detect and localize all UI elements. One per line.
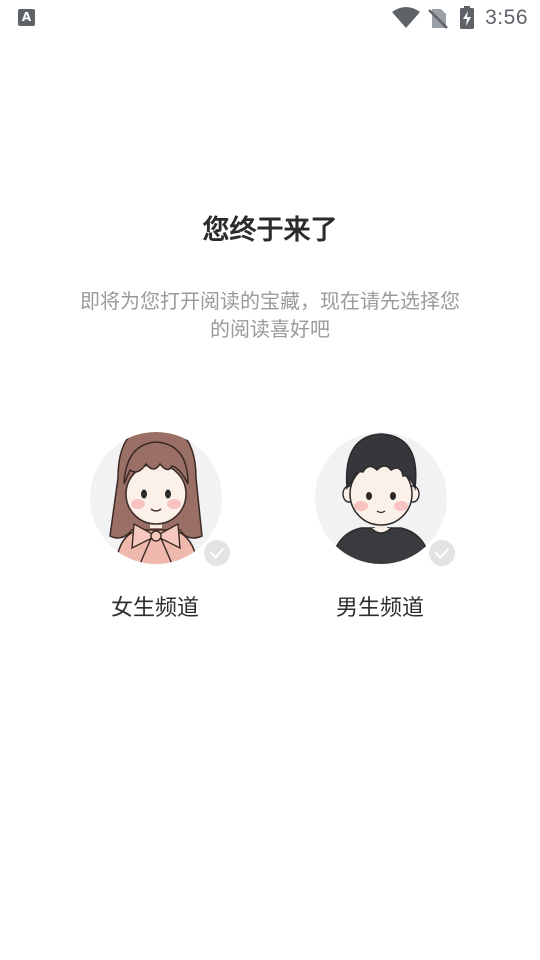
check-badge	[204, 540, 230, 566]
welcome-title: 您终于来了	[202, 215, 338, 246]
status-clock: 3:56	[485, 6, 528, 29]
male-channel-option[interactable]: 男生频道	[310, 418, 460, 628]
girl-avatar[interactable]	[88, 418, 230, 566]
welcome-screen: A 3:56 您终于来了 即将为您打开阅读的宝藏，现在请先选择您的阅读喜好吧 女…	[0, 0, 540, 960]
check-badge	[429, 540, 455, 566]
boy-avatar[interactable]	[313, 418, 455, 566]
male-channel-label[interactable]: 男生频道	[310, 590, 450, 622]
female-channel-label[interactable]: 女生频道	[85, 590, 225, 622]
no-sim-icon	[428, 9, 448, 29]
checkmark-icon	[435, 548, 449, 559]
battery-charging-icon	[460, 6, 474, 29]
welcome-subtitle: 即将为您打开阅读的宝藏，现在请先选择您的阅读喜好吧	[80, 289, 460, 341]
app-notification-icon: A	[18, 9, 35, 26]
female-channel-option[interactable]: 女生频道	[85, 418, 235, 628]
status-bar: A 3:56	[0, 0, 540, 36]
checkmark-icon	[210, 548, 224, 559]
wifi-icon	[392, 7, 420, 28]
